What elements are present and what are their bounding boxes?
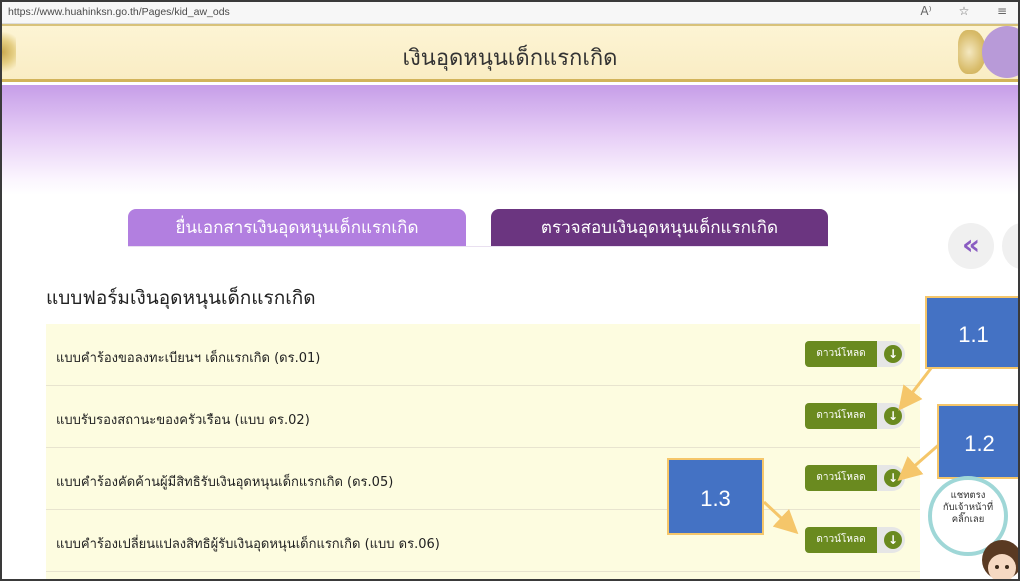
chat-line-2: กับเจ้าหน้าที่ <box>942 502 994 513</box>
banner-gradient <box>2 85 1018 195</box>
download-button[interactable]: ดาวน์โหลด ↓ <box>805 403 905 429</box>
favorites-list-icon[interactable]: ≡ <box>994 4 1010 18</box>
list-item: แบบรับรองสถานะของครัวเรือน (แบบ ดร.02) ด… <box>46 386 920 448</box>
read-aloud-icon[interactable]: A⁾ <box>918 4 934 18</box>
list-item: แบบคำร้องขอลงทะเบียนฯ เด็กแรกเกิด (ดร.01… <box>46 324 920 386</box>
browser-address-bar: https://www.huahinksn.go.th/Pages/kid_aw… <box>2 2 1018 24</box>
download-button[interactable]: ดาวน์โหลด ↓ <box>805 341 905 367</box>
callout-1-3: 1.3 <box>667 458 764 535</box>
download-arrow-icon: ↓ <box>884 531 902 549</box>
download-button-label: ดาวน์โหลด <box>805 403 877 429</box>
section-heading: แบบฟอร์มเงินอุดหนุนเด็กแรกเกิด <box>46 287 316 309</box>
download-button-label: ดาวน์โหลด <box>805 465 877 491</box>
page-header: เงินอุดหนุนเด็กแรกเกิด <box>2 24 1018 82</box>
tab-check-subsidy[interactable]: ตรวจสอบเงินอุดหนุนเด็กแรกเกิด <box>491 209 828 247</box>
download-arrow-icon: ↓ <box>884 345 902 363</box>
download-button[interactable]: ดาวน์โหลด ↓ <box>805 527 905 553</box>
chat-line-1: แชทตรง <box>950 490 986 501</box>
list-item: แบบคำร้องคัดค้านผู้มีสิทธิรับเงินอุดหนุน… <box>46 448 920 510</box>
tab-submit-documents[interactable]: ยื่นเอกสารเงินอุดหนุนเด็กแรกเกิด <box>128 209 466 247</box>
form-label: แบบคำร้องเปลี่ยนแปลงสิทธิผู้รับเงินอุดหน… <box>56 537 440 552</box>
forms-list: แบบคำร้องขอลงทะเบียนฯ เด็กแรกเกิด (ดร.01… <box>46 324 920 579</box>
download-button-label: ดาวน์โหลด <box>805 341 877 367</box>
download-button-label: ดาวน์โหลด <box>805 527 877 553</box>
form-label: แบบคำร้องขอลงทะเบียนฯ เด็กแรกเกิด (ดร.01… <box>56 351 321 366</box>
slide-next-button[interactable] <box>1002 223 1018 269</box>
form-label: แบบรับรองสถานะของครัวเรือน (แบบ ดร.02) <box>56 413 310 428</box>
url-text[interactable]: https://www.huahinksn.go.th/Pages/kid_aw… <box>8 6 230 18</box>
slide-left-arrow-icon[interactable]: « <box>948 223 994 269</box>
download-arrow-icon: ↓ <box>884 407 902 425</box>
download-arrow-icon: ↓ <box>884 469 902 487</box>
screenshot-frame: https://www.huahinksn.go.th/Pages/kid_aw… <box>0 0 1020 581</box>
favorite-star-icon[interactable]: ☆ <box>956 4 972 18</box>
form-label: แบบคำร้องคัดค้านผู้มีสิทธิรับเงินอุดหนุน… <box>56 475 394 490</box>
list-item: แบบคำร้องเปลี่ยนแปลงสิทธิผู้รับเงินอุดหน… <box>46 510 920 572</box>
download-button[interactable]: ดาวน์โหลด ↓ <box>805 465 905 491</box>
callout-1-2: 1.2 <box>937 404 1018 479</box>
chat-line-3: คลิ๊กเลย <box>951 514 985 525</box>
page-title: เงินอุดหนุนเด็กแรกเกิด <box>402 46 618 71</box>
chat-mascot-icon <box>982 540 1018 579</box>
callout-1-1: 1.1 <box>925 296 1018 369</box>
chat-bubble-text: แชทตรง กับเจ้าหน้าที่ คลิ๊กเลย <box>932 490 1004 526</box>
ornament-purple-shape <box>982 26 1018 78</box>
address-bar-icons: A⁾ ☆ ≡ <box>918 4 1010 18</box>
tab-divider <box>128 246 828 247</box>
header-ornament-right <box>952 26 1018 78</box>
